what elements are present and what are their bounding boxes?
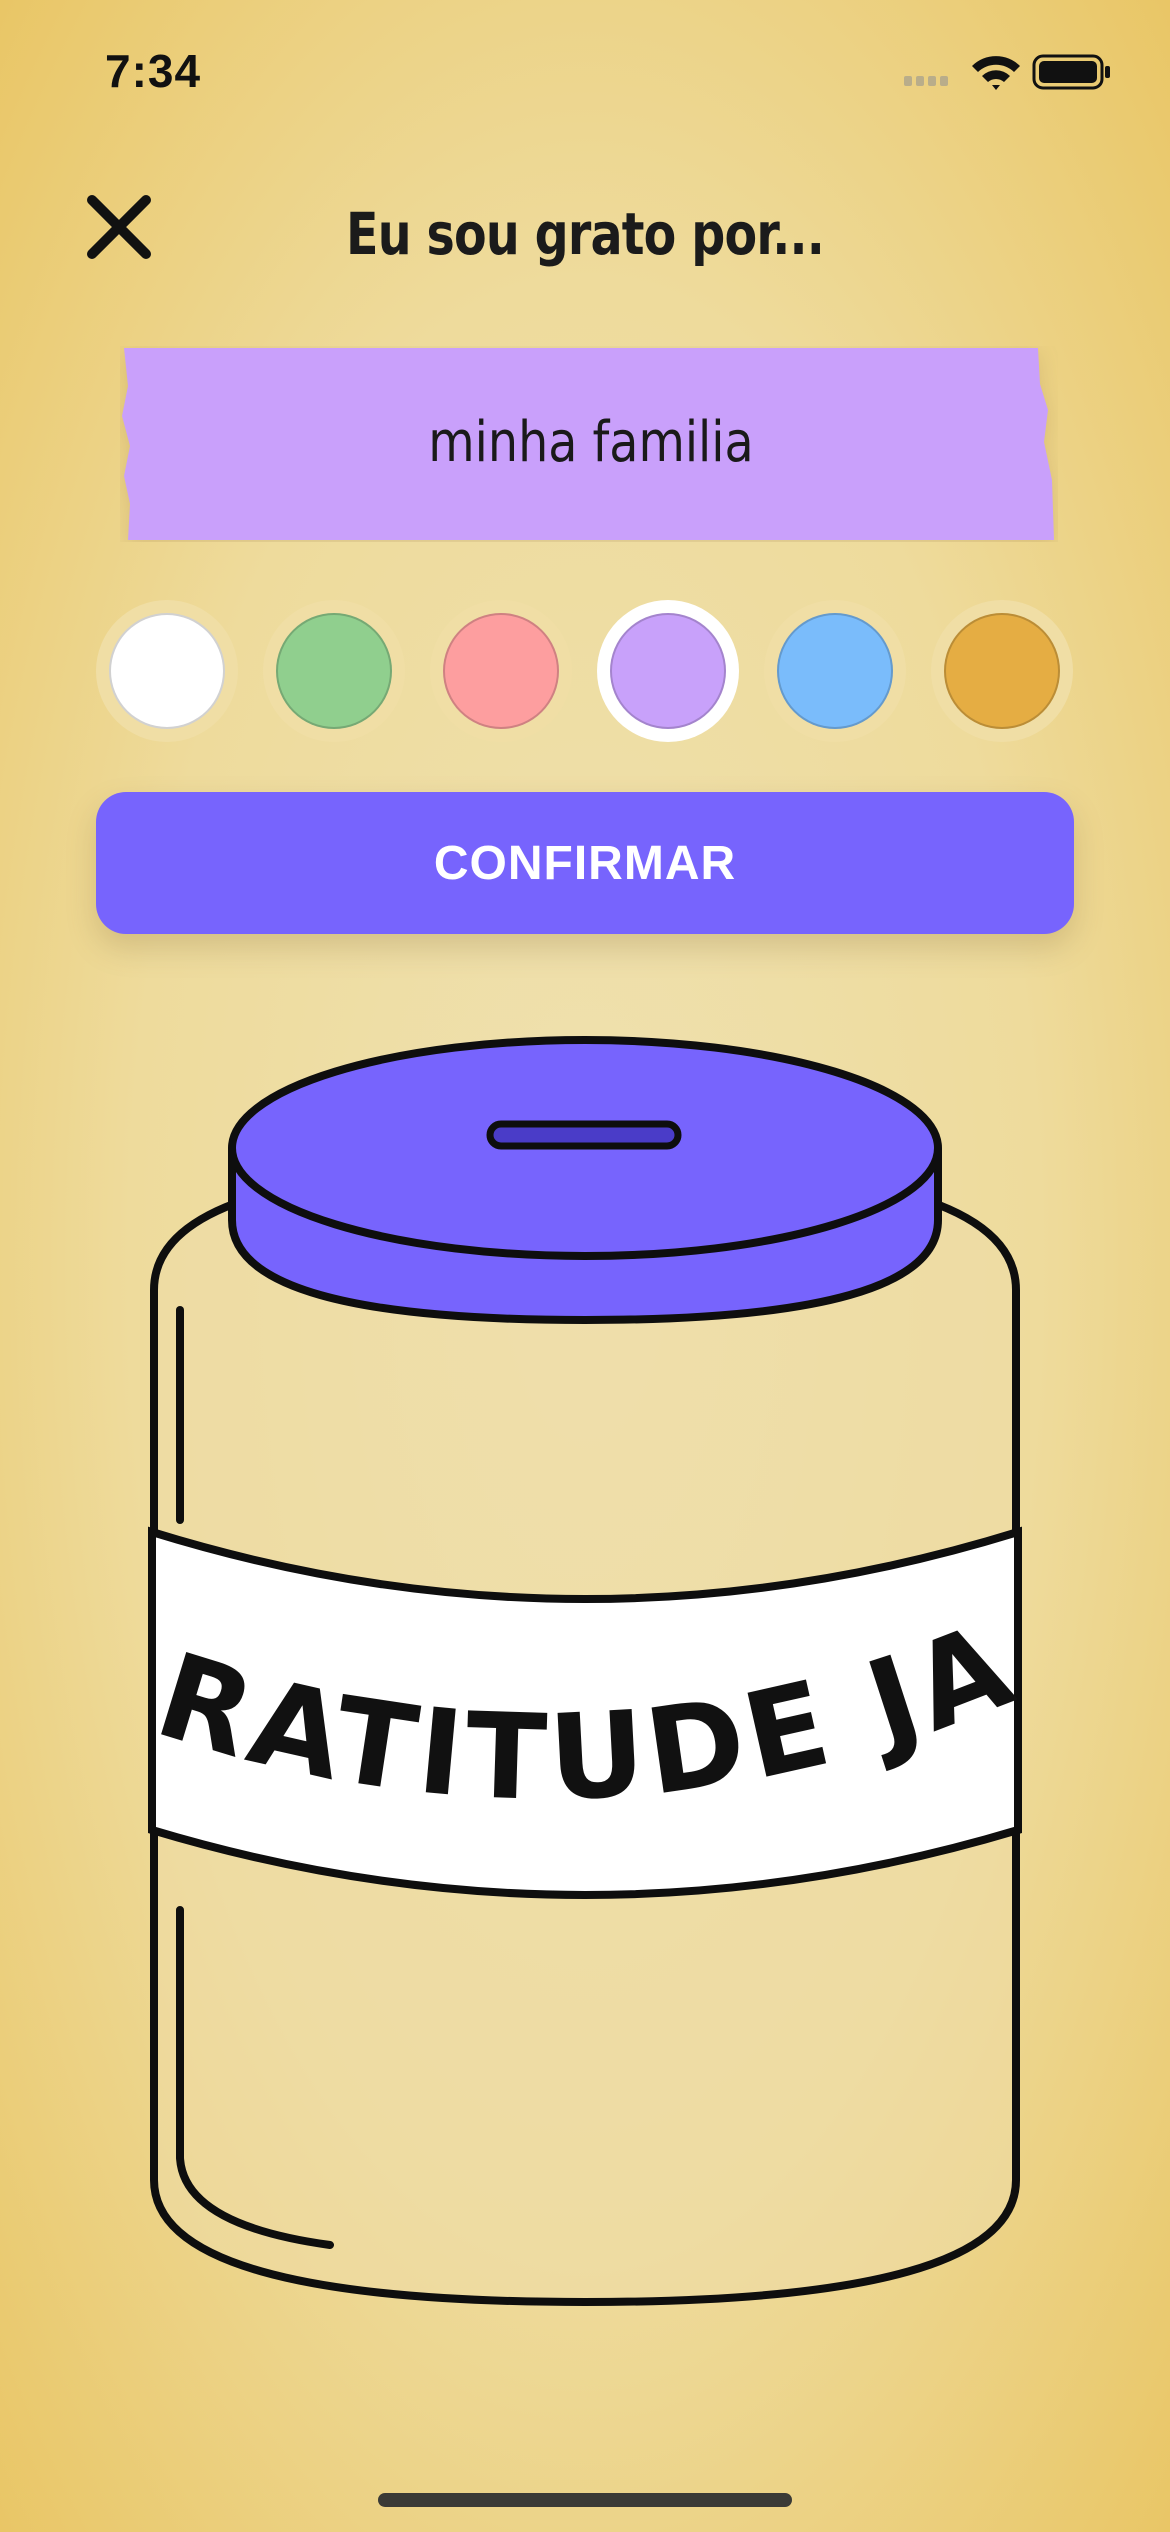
status-time: 7:34 <box>105 45 202 97</box>
coin-slot-icon <box>486 1120 682 1150</box>
color-swatch-pink[interactable] <box>430 600 572 742</box>
color-swatch-purple[interactable] <box>597 600 739 742</box>
battery-icon <box>1032 54 1110 90</box>
wifi-icon <box>972 56 1020 90</box>
color-swatch-dot <box>276 613 392 729</box>
home-indicator[interactable] <box>378 2493 792 2507</box>
confirm-button[interactable]: CONFIRMAR <box>96 792 1074 934</box>
status-icons <box>904 54 1110 90</box>
color-swatch-dot <box>610 613 726 729</box>
jar-lid <box>228 1036 942 1325</box>
gratitude-input[interactable] <box>224 386 958 498</box>
color-picker <box>96 600 1076 742</box>
color-swatch-white[interactable] <box>96 600 238 742</box>
page-title: Eu sou grato por... <box>346 200 825 268</box>
color-swatch-dot <box>109 613 225 729</box>
color-swatch-blue[interactable] <box>764 600 906 742</box>
color-swatch-dot <box>443 613 559 729</box>
gratitude-note[interactable] <box>120 346 1058 542</box>
gratitude-jar-illustration: GRATITUDE JAR <box>140 1020 1028 2307</box>
color-swatch-orange[interactable] <box>931 600 1073 742</box>
cellular-signal-icon <box>904 76 948 86</box>
color-swatch-dot <box>944 613 1060 729</box>
color-swatch-green[interactable] <box>263 600 405 742</box>
color-swatch-dot <box>777 613 893 729</box>
status-bar: 7:34 <box>0 0 1170 150</box>
